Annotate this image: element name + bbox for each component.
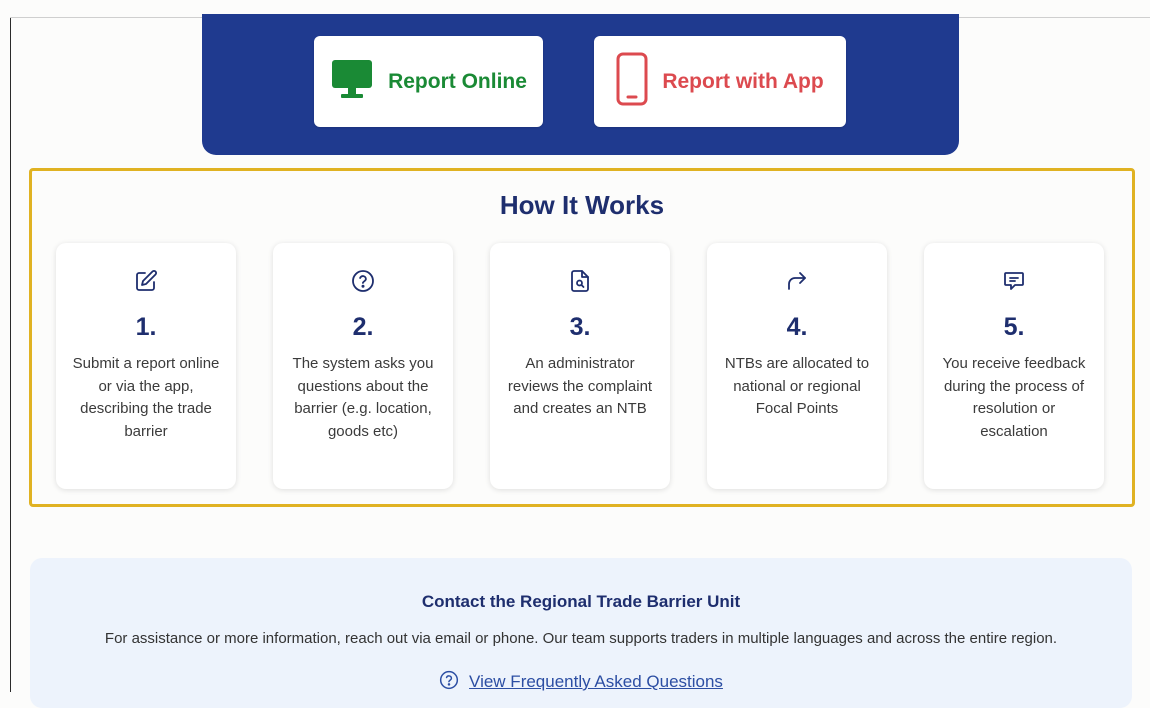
edit-icon xyxy=(56,269,236,295)
monitor-icon xyxy=(330,57,374,107)
faq-link[interactable]: View Frequently Asked Questions xyxy=(469,672,723,691)
step-description: NTBs are allocated to national or region… xyxy=(724,355,870,417)
smartphone-icon xyxy=(616,52,648,112)
report-with-app-button[interactable]: Report with App xyxy=(594,36,846,127)
step-number: 2. xyxy=(352,313,374,341)
question-circle-icon xyxy=(273,269,453,295)
faq-row: View Frequently Asked Questions xyxy=(30,670,1132,695)
step-card-2: 2. The system asks you questions about t… xyxy=(273,243,453,489)
how-it-works-section: How It Works 1. Submit a report online o… xyxy=(29,168,1135,507)
document-search-icon xyxy=(490,269,670,295)
how-it-works-title: How It Works xyxy=(499,190,665,220)
step-card-3: 3. An administrator reviews the complain… xyxy=(490,243,670,489)
step-description: Submit a report online or via the app, d… xyxy=(72,355,220,440)
step-card-4: 4. NTBs are allocated to national or reg… xyxy=(707,243,887,489)
contact-title: Contact the Regional Trade Barrier Unit xyxy=(421,592,741,611)
report-online-label: Report Online xyxy=(388,69,527,93)
step-number: 5. xyxy=(1003,313,1025,341)
report-online-button[interactable]: Report Online xyxy=(314,36,543,127)
step-number: 4. xyxy=(786,313,808,341)
step-description: An administrator reviews the complaint a… xyxy=(507,355,653,417)
left-divider xyxy=(10,18,11,692)
step-card-1: 1. Submit a report online or via the app… xyxy=(56,243,236,489)
step-description: You receive feedback during the process … xyxy=(942,355,1086,440)
step-number: 3. xyxy=(569,313,591,341)
contact-section: Contact the Regional Trade Barrier Unit … xyxy=(30,558,1132,708)
message-icon xyxy=(924,269,1104,295)
question-circle-icon xyxy=(439,670,459,695)
report-hero: Report Online Report with App xyxy=(202,14,959,155)
step-description: The system asks you questions about the … xyxy=(292,355,434,440)
step-card-5: 5. You receive feedback during the proce… xyxy=(924,243,1104,489)
report-with-app-label: Report with App xyxy=(662,69,824,93)
step-number: 1. xyxy=(135,313,157,341)
forward-arrow-icon xyxy=(707,269,887,295)
contact-description: For assistance or more information, reac… xyxy=(104,630,1058,647)
